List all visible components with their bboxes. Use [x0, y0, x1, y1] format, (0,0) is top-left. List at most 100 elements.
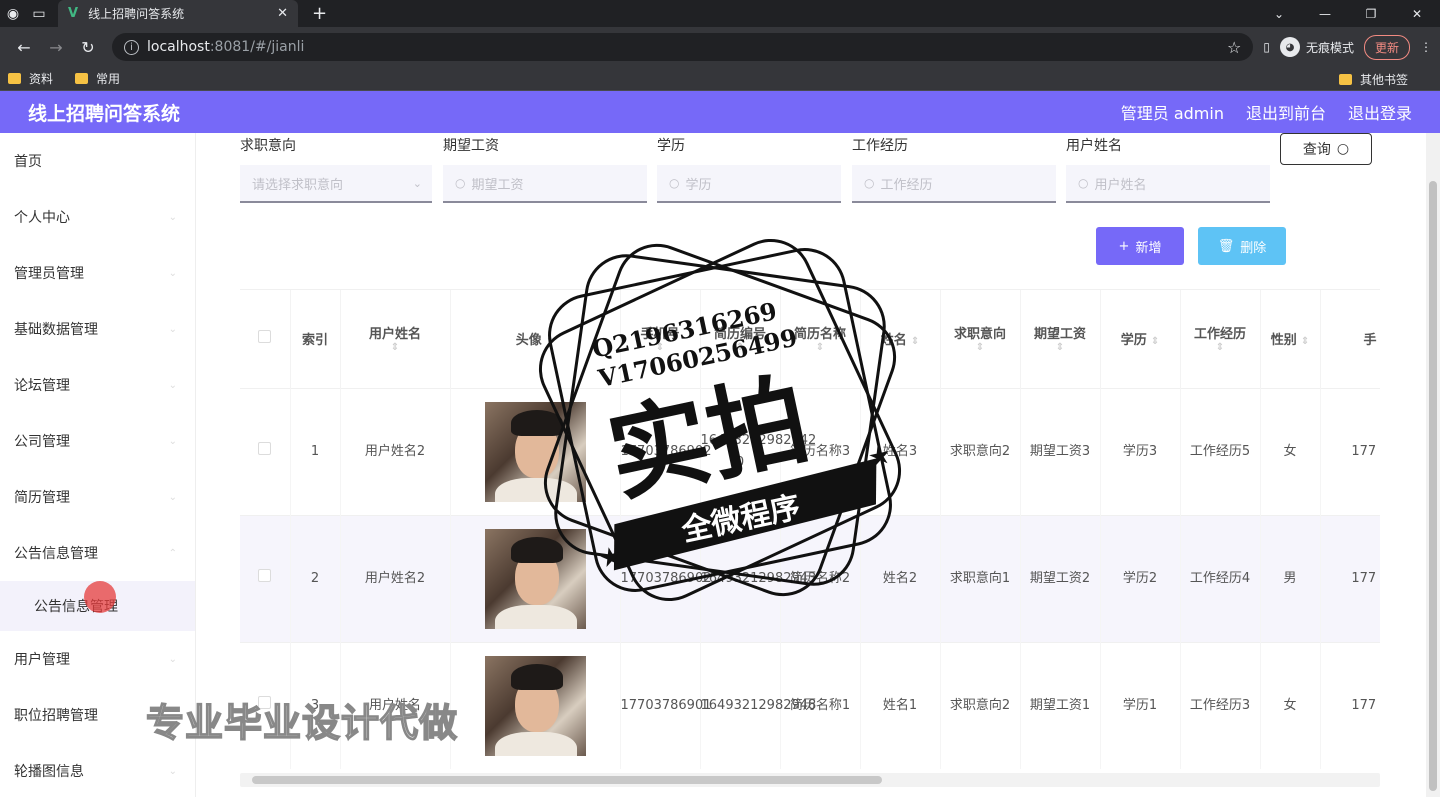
sidebar-item-resume[interactable]: 简历管理 ⌄ — [0, 469, 195, 525]
menu-icon[interactable]: ⋮ — [1420, 40, 1432, 54]
row-checkbox[interactable] — [258, 441, 272, 455]
experience-input[interactable]: ○ 工作经历 — [852, 165, 1056, 203]
reload-icon[interactable]: ↻ — [72, 38, 104, 57]
header-label: 用户姓名 — [368, 327, 421, 343]
cursor-highlight — [84, 581, 116, 613]
delete-button[interactable]: 🗑 删除 — [1198, 227, 1286, 265]
username-input[interactable]: ○ 用户姓名 — [1066, 165, 1270, 203]
close-window-icon[interactable]: ✕ — [1394, 7, 1440, 21]
sidebar-item-label: 公司管理 — [14, 434, 70, 450]
salary-input[interactable]: ○ 期望工资 — [443, 165, 647, 203]
filter-education: 学历 ○ 学历 — [657, 135, 841, 203]
sidebar-item-home[interactable]: 首页 — [0, 133, 195, 189]
close-icon[interactable]: ✕ — [277, 6, 288, 21]
cell-experience: 工作经历3 — [1180, 641, 1261, 769]
url-input[interactable]: i localhost :8081/#/jianli ☆ — [112, 33, 1254, 61]
sidebar-item-forum[interactable]: 论坛管理 ⌄ — [0, 357, 195, 413]
intent-select[interactable]: 请选择求职意向 ⌄ — [240, 165, 432, 203]
star-icon[interactable]: ☆ — [1227, 38, 1241, 57]
filter-username: 用户姓名 ○ 用户姓名 — [1066, 135, 1270, 203]
info-icon[interactable]: i — [124, 39, 139, 55]
back-icon[interactable]: ← — [8, 38, 40, 57]
scrollbar-thumb[interactable] — [252, 776, 882, 784]
header-label: 性别 — [1270, 333, 1297, 349]
cell-avatar — [450, 641, 621, 769]
restore-icon[interactable]: ❐ — [1348, 7, 1394, 21]
sort-icon[interactable]: ⇕ — [341, 342, 450, 354]
browser-tab[interactable]: V 线上招聘问答系统 ✕ — [58, 0, 298, 27]
vertical-scrollbar[interactable] — [1426, 133, 1440, 797]
add-button[interactable]: + 新增 — [1096, 227, 1184, 265]
tab-strip-icon[interactable]: ▭ — [26, 0, 52, 27]
header-label: 手 — [1363, 333, 1377, 349]
sort-icon[interactable]: ⇕ — [1301, 336, 1309, 347]
education-input[interactable]: ○ 学历 — [657, 165, 841, 203]
bookmark-folder-1[interactable]: 资料 — [8, 70, 53, 87]
sidebar-item-company[interactable]: 公司管理 ⌄ — [0, 413, 195, 469]
filter-label: 期望工资 — [443, 138, 499, 154]
sidepanel-icon[interactable]: ▯ — [1263, 40, 1270, 54]
sidebar-item-label: 首页 — [14, 154, 42, 170]
column-header-username[interactable]: 用户姓名 ⇕ — [340, 290, 451, 388]
sort-icon[interactable]: ⇕ — [1181, 342, 1260, 354]
select-all-cell — [240, 290, 291, 388]
column-header-intent[interactable]: 求职意向 ⇕ — [940, 290, 1021, 388]
header-actions: 管理员 admin 退出到前台 退出登录 — [1121, 100, 1412, 124]
address-bar: ← → ↻ i localhost :8081/#/jianli ☆ ▯ ◕ 无… — [0, 27, 1440, 67]
sort-icon[interactable]: ⇕ — [911, 336, 919, 347]
column-header-education[interactable]: 学历 ⇕ — [1100, 290, 1181, 388]
cell-phone: 17703786901 — [620, 641, 711, 769]
chevron-down-icon: ⌄ — [168, 435, 177, 447]
sidebar-item-notice[interactable]: 公告信息管理 ⌃ — [0, 525, 195, 581]
query-button[interactable]: 查询 ○ — [1280, 133, 1372, 165]
bookmark-folder-2[interactable]: 常用 — [75, 70, 120, 87]
other-bookmarks[interactable]: 其他书签 — [1338, 67, 1408, 91]
select-all-checkbox[interactable] — [258, 330, 272, 344]
sidebar-item-carousel[interactable]: 轮播图信息 ⌄ — [0, 743, 195, 799]
cell-phone-2: 177 6 — [1320, 387, 1380, 515]
sidebar-item-profile[interactable]: 个人中心 ⌄ — [0, 189, 195, 245]
other-bookmarks-label: 其他书签 — [1359, 72, 1408, 87]
cell-index: 1 — [290, 387, 341, 515]
chevron-down-icon: ⌄ — [168, 765, 177, 777]
sidebar-item-basic-data[interactable]: 基础数据管理 ⌄ — [0, 301, 195, 357]
url-path: :8081/#/jianli — [209, 39, 305, 55]
sidebar-item-label: 轮播图信息 — [14, 764, 84, 780]
header-label: 期望工资 — [1033, 327, 1086, 343]
cell-resume-no: 16493212982948 — [700, 641, 816, 769]
sidebar-item-users[interactable]: 用户管理 ⌄ — [0, 631, 195, 687]
cell-education: 学历2 — [1100, 514, 1181, 642]
chevron-down-icon[interactable]: ⌄ — [1256, 7, 1302, 21]
bookmark-label: 常用 — [96, 72, 121, 86]
sidebar-item-label: 管理员管理 — [14, 266, 84, 282]
update-button[interactable]: 更新 — [1363, 34, 1410, 60]
filter-intent: 求职意向 请选择求职意向 ⌄ — [240, 135, 432, 203]
sort-icon[interactable]: ⇕ — [1021, 342, 1100, 354]
sort-icon[interactable]: ⇕ — [941, 342, 1020, 354]
chevron-down-icon: ⌄ — [168, 379, 177, 391]
row-checkbox[interactable] — [258, 568, 272, 582]
column-header-salary[interactable]: 期望工资 ⇕ — [1020, 290, 1101, 388]
avatar — [484, 655, 586, 756]
to-front-link[interactable]: 退出到前台 — [1246, 100, 1326, 124]
sort-icon[interactable]: ⇕ — [1151, 336, 1159, 347]
column-header-experience[interactable]: 工作经历 ⇕ — [1180, 290, 1261, 388]
sidebar-item-admins[interactable]: 管理员管理 ⌄ — [0, 245, 195, 301]
column-header-gender[interactable]: 性别 ⇕ — [1260, 290, 1321, 388]
minimize-icon[interactable]: — — [1302, 7, 1348, 21]
header-label: 学历 — [1120, 333, 1147, 349]
forward-icon[interactable]: → — [40, 38, 72, 57]
scrollbar-thumb[interactable] — [1429, 181, 1437, 791]
sidebar-item-label: 公告信息管理 — [14, 546, 98, 562]
new-tab-icon[interactable]: + — [312, 3, 327, 24]
chevron-down-icon: ⌄ — [168, 267, 177, 279]
horizontal-scrollbar[interactable] — [240, 773, 1380, 787]
incognito-indicator[interactable]: ◕ 无痕模式 — [1279, 37, 1354, 57]
globe-icon[interactable]: ◉ — [0, 0, 26, 27]
chevron-down-icon: ⌄ — [168, 491, 177, 503]
logout-link[interactable]: 退出登录 — [1348, 100, 1412, 124]
watermark-text: 专业毕业设计代做 — [145, 700, 459, 746]
cell-experience: 工作经历5 — [1180, 387, 1261, 515]
query-label: 查询 — [1302, 142, 1331, 158]
cell-salary: 期望工资3 — [1020, 387, 1101, 515]
